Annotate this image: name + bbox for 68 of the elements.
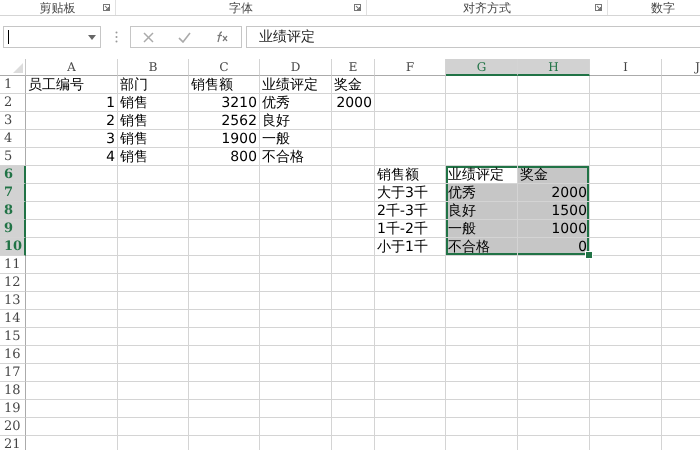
table-cell[interactable]: 不合格	[446, 238, 517, 255]
ribbon-group-label: 数字	[651, 0, 675, 14]
cancel-icon[interactable]	[143, 32, 154, 42]
table-cell[interactable]: 销售	[118, 112, 188, 129]
table-cell[interactable]: 奖金	[332, 76, 374, 93]
ribbon-group-label: 对齐方式	[463, 0, 511, 14]
column-header[interactable]: F	[375, 59, 446, 76]
ribbon-group-label: 剪贴板	[40, 0, 76, 14]
column-header[interactable]: H	[518, 59, 590, 76]
table-cell[interactable]: 800	[189, 148, 259, 165]
table-cell[interactable]: 1900	[189, 130, 259, 147]
table-cell[interactable]: 1	[26, 94, 117, 111]
table-cell[interactable]: 业绩评定	[446, 166, 517, 183]
dropdown-caret-icon[interactable]	[88, 34, 96, 40]
column-header[interactable]: A	[26, 59, 118, 76]
table-cell[interactable]: 业绩评定	[260, 76, 331, 93]
ribbon-group-label: 字体	[229, 0, 253, 14]
table-cell[interactable]: 销售	[118, 130, 188, 147]
table-cell[interactable]: 3210	[189, 94, 259, 111]
table-cell[interactable]: 1000	[518, 220, 589, 237]
table-cell[interactable]: 销售额	[189, 76, 259, 93]
column-header[interactable]: G	[446, 59, 518, 76]
table-cell[interactable]: 1千-2千	[375, 220, 445, 237]
table-cell[interactable]: 1500	[518, 202, 589, 219]
row-header[interactable]: 9	[0, 220, 26, 238]
table-cell[interactable]: 部门	[118, 76, 188, 93]
row-header[interactable]: 8	[0, 202, 26, 220]
table-cell[interactable]: 员工编号	[26, 76, 117, 93]
table-cell[interactable]: 销售	[118, 148, 188, 165]
table-cell[interactable]: 销售额	[375, 166, 445, 183]
table-cell[interactable]: 良好	[446, 202, 517, 219]
table-cell[interactable]: 优秀	[260, 94, 331, 111]
table-cell[interactable]: 优秀	[446, 184, 517, 201]
row-header[interactable]: 10	[0, 238, 26, 256]
table-cell[interactable]: 良好	[260, 112, 331, 129]
table-cell[interactable]: 2	[26, 112, 117, 129]
table-cell[interactable]: 3	[26, 130, 117, 147]
table-cell[interactable]: 一般	[446, 220, 517, 237]
dialog-launcher-icon[interactable]	[103, 4, 110, 11]
row-header[interactable]: 6	[0, 166, 26, 184]
checkmark-icon[interactable]	[178, 32, 191, 42]
table-cell[interactable]: 2000	[518, 184, 589, 201]
insert-function-icon[interactable]	[215, 31, 229, 43]
column-header[interactable]: E	[332, 59, 375, 76]
column-header[interactable]: D	[260, 59, 332, 76]
fill-handle[interactable]	[585, 251, 593, 259]
table-cell[interactable]: 2562	[189, 112, 259, 129]
dialog-launcher-icon[interactable]	[595, 4, 602, 11]
column-header[interactable]: C	[189, 59, 260, 76]
table-cell[interactable]: 不合格	[260, 148, 331, 165]
corner-triangle-icon	[13, 63, 23, 73]
row-header[interactable]: 7	[0, 184, 26, 202]
dialog-launcher-icon[interactable]	[354, 4, 361, 11]
formula-input-field[interactable]: 业绩评定	[246, 26, 700, 48]
vertical-dots-icon[interactable]	[115, 31, 118, 43]
column-header[interactable]: J	[662, 59, 700, 76]
table-cell[interactable]: 小于1千	[375, 238, 445, 255]
table-cell[interactable]: 2000	[332, 94, 374, 111]
column-header[interactable]: I	[590, 59, 662, 76]
table-cell[interactable]: 销售	[118, 94, 188, 111]
table-cell[interactable]: 4	[26, 148, 117, 165]
column-header[interactable]: B	[118, 59, 189, 76]
table-cell[interactable]: 2千-3千	[375, 202, 445, 219]
table-cell[interactable]: 大于3千	[375, 184, 445, 201]
table-cell[interactable]: 奖金	[518, 166, 589, 183]
table-cell[interactable]: 一般	[260, 130, 331, 147]
text-cursor	[8, 30, 9, 44]
select-all-button[interactable]	[0, 59, 26, 76]
